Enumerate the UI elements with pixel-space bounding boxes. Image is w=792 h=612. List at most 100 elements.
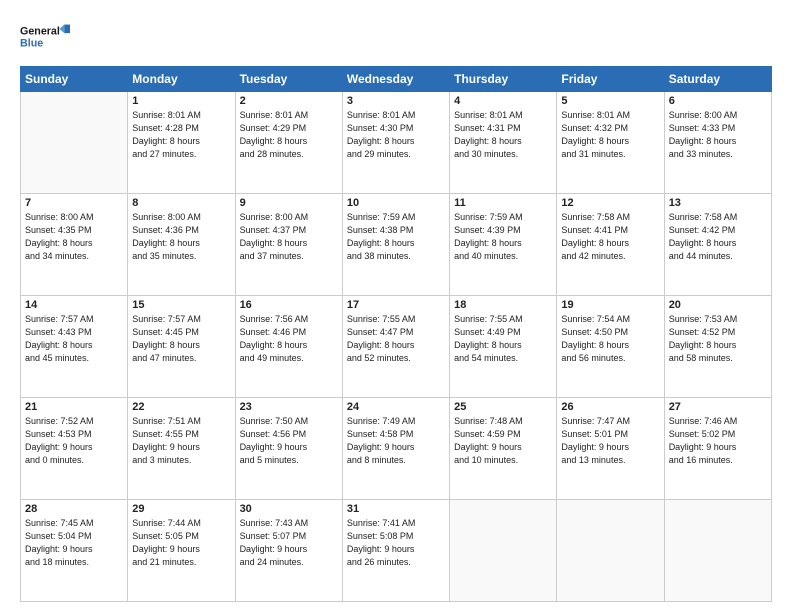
day-cell: 1 Sunrise: 8:01 AM Sunset: 4:28 PM Daylig… (128, 92, 235, 194)
day-cell: 9 Sunrise: 8:00 AM Sunset: 4:37 PM Daylig… (235, 194, 342, 296)
day-info: Sunrise: 7:54 AM Sunset: 4:50 PM Dayligh… (561, 313, 659, 365)
day-info: Sunrise: 7:49 AM Sunset: 4:58 PM Dayligh… (347, 415, 445, 467)
day-cell: 24 Sunrise: 7:49 AM Sunset: 4:58 PM Dayli… (342, 398, 449, 500)
day-number: 21 (25, 401, 123, 413)
svg-text:Blue: Blue (20, 38, 43, 50)
day-cell (21, 92, 128, 194)
day-cell: 4 Sunrise: 8:01 AM Sunset: 4:31 PM Daylig… (450, 92, 557, 194)
day-cell (664, 500, 771, 602)
day-number: 15 (132, 299, 230, 311)
day-cell (450, 500, 557, 602)
day-number: 24 (347, 401, 445, 413)
day-number: 23 (240, 401, 338, 413)
day-cell: 25Sunrise: 7:48 AM Sunset: 4:59 PM Dayli… (450, 398, 557, 500)
week-row-4: 21 Sunrise: 7:52 AM Sunset: 4:53 PM Dayli… (21, 398, 772, 500)
day-cell: 3Sunrise: 8:01 AM Sunset: 4:30 PM Daylig… (342, 92, 449, 194)
day-info: Sunrise: 7:57 AM Sunset: 4:45 PM Dayligh… (132, 313, 230, 365)
day-info: Sunrise: 8:00 AM Sunset: 4:36 PM Dayligh… (132, 211, 230, 263)
col-header-sunday: Sunday (21, 67, 128, 92)
day-cell: 26 Sunrise: 7:47 AM Sunset: 5:01 PM Dayli… (557, 398, 664, 500)
header: General Blue (20, 16, 772, 56)
day-number: 14 (25, 299, 123, 311)
col-header-thursday: Thursday (450, 67, 557, 92)
day-number: 8 (132, 197, 230, 209)
day-number: 4 (454, 95, 552, 107)
day-cell: 16Sunrise: 7:56 AM Sunset: 4:46 PM Dayli… (235, 296, 342, 398)
day-info: Sunrise: 8:01 AM Sunset: 4:32 PM Dayligh… (561, 109, 659, 161)
day-info: Sunrise: 7:52 AM Sunset: 4:53 PM Dayligh… (25, 415, 123, 467)
day-number: 3 (347, 95, 445, 107)
day-info: Sunrise: 7:50 AM Sunset: 4:56 PM Dayligh… (240, 415, 338, 467)
day-info: Sunrise: 7:47 AM Sunset: 5:01 PM Dayligh… (561, 415, 659, 467)
week-row-2: 7Sunrise: 8:00 AM Sunset: 4:35 PM Daylig… (21, 194, 772, 296)
day-number: 11 (454, 197, 552, 209)
day-info: Sunrise: 7:59 AM Sunset: 4:39 PM Dayligh… (454, 211, 552, 263)
day-info: Sunrise: 8:01 AM Sunset: 4:31 PM Dayligh… (454, 109, 552, 161)
day-cell: 20Sunrise: 7:53 AM Sunset: 4:52 PM Dayli… (664, 296, 771, 398)
day-cell: 28Sunrise: 7:45 AM Sunset: 5:04 PM Dayli… (21, 500, 128, 602)
day-info: Sunrise: 7:46 AM Sunset: 5:02 PM Dayligh… (669, 415, 767, 467)
day-info: Sunrise: 7:57 AM Sunset: 4:43 PM Dayligh… (25, 313, 123, 365)
day-number: 6 (669, 95, 767, 107)
calendar-table: SundayMondayTuesdayWednesdayThursdayFrid… (20, 66, 772, 602)
col-header-friday: Friday (557, 67, 664, 92)
week-row-3: 14 Sunrise: 7:57 AM Sunset: 4:43 PM Dayli… (21, 296, 772, 398)
calendar-header-row: SundayMondayTuesdayWednesdayThursdayFrid… (21, 67, 772, 92)
logo: General Blue (20, 16, 70, 56)
day-number: 12 (561, 197, 659, 209)
day-info: Sunrise: 7:58 AM Sunset: 4:41 PM Dayligh… (561, 211, 659, 263)
day-number: 29 (132, 503, 230, 515)
day-info: Sunrise: 7:58 AM Sunset: 4:42 PM Dayligh… (669, 211, 767, 263)
day-cell (557, 500, 664, 602)
day-cell: 7Sunrise: 8:00 AM Sunset: 4:35 PM Daylig… (21, 194, 128, 296)
day-number: 22 (132, 401, 230, 413)
day-info: Sunrise: 7:45 AM Sunset: 5:04 PM Dayligh… (25, 517, 123, 569)
day-info: Sunrise: 8:00 AM Sunset: 4:35 PM Dayligh… (25, 211, 123, 263)
day-cell: 21 Sunrise: 7:52 AM Sunset: 4:53 PM Dayli… (21, 398, 128, 500)
day-cell: 30 Sunrise: 7:43 AM Sunset: 5:07 PM Dayli… (235, 500, 342, 602)
col-header-tuesday: Tuesday (235, 67, 342, 92)
day-cell: 19 Sunrise: 7:54 AM Sunset: 4:50 PM Dayli… (557, 296, 664, 398)
day-number: 18 (454, 299, 552, 311)
day-cell: 22 Sunrise: 7:51 AM Sunset: 4:55 PM Dayli… (128, 398, 235, 500)
day-cell: 31Sunrise: 7:41 AM Sunset: 5:08 PM Dayli… (342, 500, 449, 602)
svg-text:General: General (20, 26, 60, 38)
day-number: 27 (669, 401, 767, 413)
day-cell: 12 Sunrise: 7:58 AM Sunset: 4:41 PM Dayli… (557, 194, 664, 296)
day-info: Sunrise: 7:55 AM Sunset: 4:47 PM Dayligh… (347, 313, 445, 365)
day-number: 19 (561, 299, 659, 311)
day-info: Sunrise: 7:56 AM Sunset: 4:46 PM Dayligh… (240, 313, 338, 365)
day-info: Sunrise: 7:51 AM Sunset: 4:55 PM Dayligh… (132, 415, 230, 467)
day-number: 31 (347, 503, 445, 515)
day-cell: 15 Sunrise: 7:57 AM Sunset: 4:45 PM Dayli… (128, 296, 235, 398)
day-info: Sunrise: 7:48 AM Sunset: 4:59 PM Dayligh… (454, 415, 552, 467)
day-info: Sunrise: 7:44 AM Sunset: 5:05 PM Dayligh… (132, 517, 230, 569)
day-info: Sunrise: 8:00 AM Sunset: 4:37 PM Dayligh… (240, 211, 338, 263)
day-cell: 11 Sunrise: 7:59 AM Sunset: 4:39 PM Dayli… (450, 194, 557, 296)
day-info: Sunrise: 7:43 AM Sunset: 5:07 PM Dayligh… (240, 517, 338, 569)
week-row-1: 1 Sunrise: 8:01 AM Sunset: 4:28 PM Daylig… (21, 92, 772, 194)
logo-svg: General Blue (20, 16, 70, 56)
col-header-saturday: Saturday (664, 67, 771, 92)
day-number: 2 (240, 95, 338, 107)
day-info: Sunrise: 7:53 AM Sunset: 4:52 PM Dayligh… (669, 313, 767, 365)
day-cell: 8 Sunrise: 8:00 AM Sunset: 4:36 PM Daylig… (128, 194, 235, 296)
day-info: Sunrise: 7:55 AM Sunset: 4:49 PM Dayligh… (454, 313, 552, 365)
day-cell: 23 Sunrise: 7:50 AM Sunset: 4:56 PM Dayli… (235, 398, 342, 500)
day-number: 9 (240, 197, 338, 209)
week-row-5: 28Sunrise: 7:45 AM Sunset: 5:04 PM Dayli… (21, 500, 772, 602)
day-cell: 10Sunrise: 7:59 AM Sunset: 4:38 PM Dayli… (342, 194, 449, 296)
day-cell: 17Sunrise: 7:55 AM Sunset: 4:47 PM Dayli… (342, 296, 449, 398)
col-header-monday: Monday (128, 67, 235, 92)
day-number: 5 (561, 95, 659, 107)
day-number: 1 (132, 95, 230, 107)
page: General Blue SundayMondayTuesdayWednesda… (0, 0, 792, 612)
day-cell: 13 Sunrise: 7:58 AM Sunset: 4:42 PM Dayli… (664, 194, 771, 296)
day-number: 13 (669, 197, 767, 209)
day-number: 30 (240, 503, 338, 515)
day-info: Sunrise: 8:01 AM Sunset: 4:29 PM Dayligh… (240, 109, 338, 161)
day-info: Sunrise: 8:00 AM Sunset: 4:33 PM Dayligh… (669, 109, 767, 161)
day-number: 26 (561, 401, 659, 413)
day-info: Sunrise: 8:01 AM Sunset: 4:28 PM Dayligh… (132, 109, 230, 161)
day-cell: 5 Sunrise: 8:01 AM Sunset: 4:32 PM Daylig… (557, 92, 664, 194)
